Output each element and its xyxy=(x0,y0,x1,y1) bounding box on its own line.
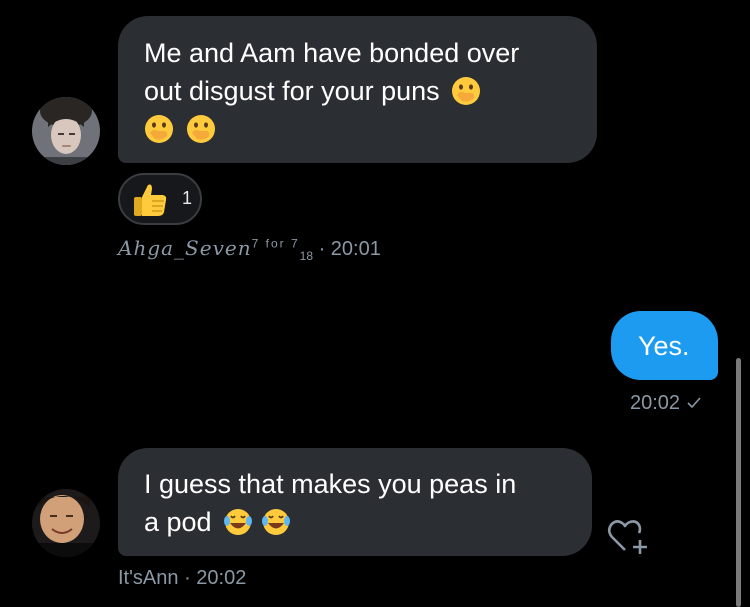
avatar-image xyxy=(32,97,100,165)
face-with-hand-over-mouth-icon xyxy=(186,114,216,144)
message-time: · 20:01 xyxy=(318,238,381,260)
face-with-hand-over-mouth-icon xyxy=(144,114,174,144)
message-text: Yes. xyxy=(638,331,690,361)
message-text-line: I guess that makes you peas in xyxy=(144,469,517,499)
reaction-count: 1 xyxy=(182,188,193,208)
sender-name-subscript: 18 xyxy=(299,249,313,263)
message-meta: 20:02 xyxy=(630,392,702,415)
sender-name-superscript: 7 for 7 xyxy=(251,236,300,251)
message-bubble-outgoing[interactable]: Yes. xyxy=(611,311,718,380)
sender-name[interactable]: It'sAnn xyxy=(118,567,179,589)
message-text-line: a pod xyxy=(144,507,212,537)
check-icon xyxy=(686,393,702,409)
message-meta: Ahga_Seven7 for 718 · 20:01 xyxy=(118,236,381,263)
add-reaction-button[interactable] xyxy=(606,514,656,556)
message-text-line: Me and Aam have bonded over xyxy=(144,38,520,68)
message-time: 20:02 xyxy=(630,392,681,414)
face-with-tears-of-joy-icon xyxy=(261,507,291,537)
message-text: Me and Aam have bonded over out disgust … xyxy=(144,34,571,148)
message-text-line: out disgust for your puns xyxy=(144,76,440,106)
message-text: I guess that makes you peas in a pod xyxy=(144,465,566,541)
message-time: · 20:02 xyxy=(184,567,247,589)
face-with-tears-of-joy-icon xyxy=(223,507,253,537)
reaction-pill[interactable]: 1 xyxy=(118,173,202,225)
message-bubble-incoming[interactable]: Me and Aam have bonded over out disgust … xyxy=(118,16,597,163)
avatar-ahga-seven[interactable] xyxy=(32,97,100,165)
face-with-hand-over-mouth-icon xyxy=(451,76,481,106)
scrollbar[interactable] xyxy=(736,358,741,607)
avatar-itsann[interactable] xyxy=(32,489,100,557)
thumbs-up-icon xyxy=(130,180,170,220)
message-bubble-incoming[interactable]: I guess that makes you peas in a pod xyxy=(118,448,592,556)
message-meta: It'sAnn · 20:02 xyxy=(118,567,246,590)
heart-plus-icon xyxy=(607,520,647,554)
avatar-image xyxy=(32,489,100,557)
sender-name[interactable]: Ahga_Seven xyxy=(118,236,252,260)
